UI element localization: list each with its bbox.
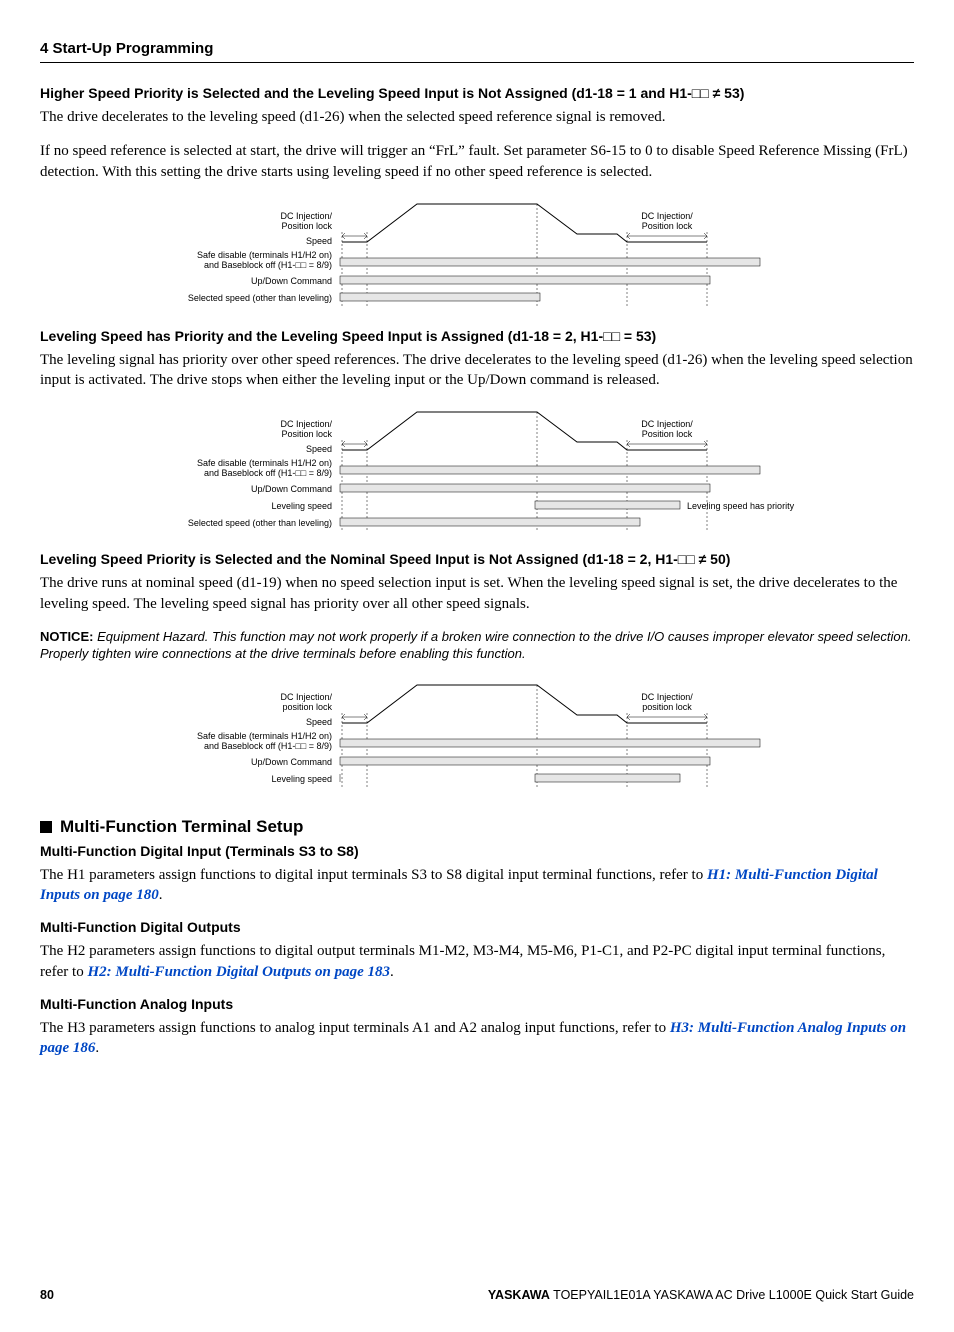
svg-text:and Baseblock off (H1-□□ = 8/9: and Baseblock off (H1-□□ = 8/9): [204, 260, 332, 270]
svg-text:DC Injection/Position lock: DC Injection/Position lock: [280, 419, 332, 439]
svg-text:Safe disable (terminals H1/H2: Safe disable (terminals H1/H2 on): [197, 250, 332, 260]
timing-diagram-2: DC Injection/Position lock Speed Safe di…: [157, 404, 797, 539]
svg-text:Leveling speed: Leveling speed: [271, 501, 332, 511]
svg-text:Speed: Speed: [306, 444, 332, 454]
chapter-title: 4 Start-Up Programming: [40, 40, 213, 57]
footer-text: YASKAWA TOEPYAIL1E01A YASKAWA AC Drive L…: [488, 1288, 914, 1302]
page-footer: 80 YASKAWA TOEPYAIL1E01A YASKAWA AC Driv…: [40, 1288, 914, 1302]
svg-text:and Baseblock off (H1-□□ = 8/9: and Baseblock off (H1-□□ = 8/9): [204, 468, 332, 478]
svg-text:Up/Down Command: Up/Down Command: [251, 757, 332, 767]
svg-text:Selected speed (other than lev: Selected speed (other than leveling): [188, 518, 332, 528]
timing-diagram-3: DC Injection/position lock Speed Safe di…: [157, 677, 797, 797]
mf-h1: Multi-Function Digital Input (Terminals …: [40, 843, 914, 859]
chapter-header: 4 Start-Up Programming: [40, 40, 914, 63]
svg-text:Safe disable (terminals H1/H2: Safe disable (terminals H1/H2 on): [197, 458, 332, 468]
mf-p3: The H3 parameters assign functions to an…: [40, 1018, 914, 1059]
s1-p1: The drive decelerates to the leveling sp…: [40, 107, 914, 127]
s2-p1: The leveling signal has priority over ot…: [40, 350, 914, 391]
svg-text:and Baseblock off (H1-□□ = 8/9: and Baseblock off (H1-□□ = 8/9): [204, 741, 332, 751]
link-h2-outputs[interactable]: H2: Multi-Function Digital Outputs on pa…: [87, 964, 390, 980]
s1-title: Higher Speed Priority is Selected and th…: [40, 85, 914, 101]
svg-text:Safe disable (terminals H1/H2: Safe disable (terminals H1/H2 on): [197, 731, 332, 741]
svg-text:Leveling speed has priority: Leveling speed has priority: [687, 501, 795, 511]
section-marker-icon: [40, 821, 52, 833]
svg-text:Selected speed (other than lev: Selected speed (other than leveling): [188, 293, 332, 303]
svg-text:Speed: Speed: [306, 236, 332, 246]
svg-text:DC Injection/Position lock: DC Injection/Position lock: [641, 211, 693, 231]
mf-p2: The H2 parameters assign functions to di…: [40, 941, 914, 982]
s3-title: Leveling Speed Priority is Selected and …: [40, 551, 914, 567]
page-number: 80: [40, 1288, 54, 1302]
svg-text:DC Injection/Position lock: DC Injection/Position lock: [280, 211, 332, 231]
svg-text:Speed: Speed: [306, 717, 332, 727]
svg-text:Up/Down Command: Up/Down Command: [251, 484, 332, 494]
mf-p1: The H1 parameters assign functions to di…: [40, 865, 914, 906]
timing-diagram-1: DC Injection/Position lock Speed Safe di…: [157, 196, 797, 316]
mf-h3: Multi-Function Analog Inputs: [40, 996, 914, 1012]
svg-text:DC Injection/position lock: DC Injection/position lock: [641, 692, 693, 712]
svg-text:DC Injection/position lock: DC Injection/position lock: [280, 692, 332, 712]
s3-p1: The drive runs at nominal speed (d1-19) …: [40, 573, 914, 614]
svg-text:DC Injection/Position lock: DC Injection/Position lock: [641, 419, 693, 439]
svg-text:Leveling speed: Leveling speed: [271, 774, 332, 784]
mf-head: Multi-Function Terminal Setup: [40, 817, 914, 837]
s3-notice: NOTICE: Equipment Hazard. This function …: [40, 628, 914, 663]
svg-text:Up/Down Command: Up/Down Command: [251, 276, 332, 286]
s1-p2: If no speed reference is selected at sta…: [40, 141, 914, 182]
mf-h2: Multi-Function Digital Outputs: [40, 919, 914, 935]
s2-title: Leveling Speed has Priority and the Leve…: [40, 328, 914, 344]
